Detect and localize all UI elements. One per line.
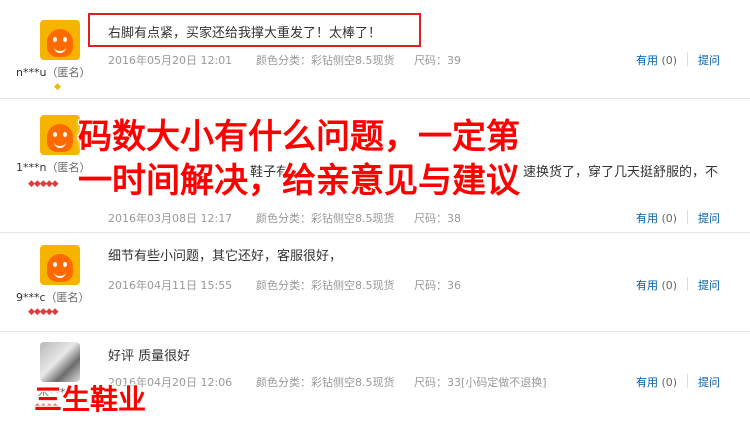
member-level-badge: ◆ bbox=[54, 82, 61, 92]
useful-button[interactable]: 有用 (0) bbox=[636, 374, 677, 390]
divider bbox=[687, 52, 688, 66]
ask-button[interactable]: 提问 bbox=[698, 277, 720, 293]
member-level-badge: ◆◆◆◆◆ bbox=[28, 307, 59, 317]
color-category: 颜色分类：彩钻侧空8.5现货 bbox=[256, 279, 395, 292]
reviewer-name: 9***c（匿名） bbox=[16, 291, 90, 304]
useful-button[interactable]: 有用 (0) bbox=[636, 277, 677, 293]
size-info: 尺码：33[小码定做不退换] bbox=[414, 376, 547, 389]
avatar[interactable] bbox=[40, 245, 80, 285]
avatar[interactable] bbox=[40, 342, 80, 382]
useful-button[interactable]: 有用 (0) bbox=[636, 210, 677, 226]
color-category: 颜色分类：彩钻侧空8.5现货 bbox=[256, 212, 395, 225]
divider bbox=[687, 374, 688, 388]
avatar[interactable] bbox=[40, 20, 80, 60]
review-content-part: 速换货了，穿了几天挺舒服的，不 bbox=[523, 165, 719, 180]
review-content: 细节有些小问题，其它还好，客服很好， bbox=[108, 249, 343, 264]
review-item: 9***c（匿名） ◆◆◆◆◆ 细节有些小问题，其它还好，客服很好， 2016年… bbox=[0, 233, 750, 332]
divider bbox=[687, 210, 688, 224]
review-date: 2016年03月08日 12:17 bbox=[108, 212, 233, 225]
divider bbox=[687, 277, 688, 291]
review-date: 2016年05月20日 12:01 bbox=[108, 54, 233, 67]
useful-button[interactable]: 有用 (0) bbox=[636, 52, 677, 68]
review-content: 右脚有点紧，买家还给我撑大重发了！太棒了！ bbox=[108, 26, 382, 41]
size-info: 尺码：39 bbox=[414, 54, 461, 67]
ask-button[interactable]: 提问 bbox=[698, 374, 720, 390]
avatar[interactable] bbox=[40, 115, 80, 155]
color-category: 颜色分类：彩钻侧空8.5现货 bbox=[256, 376, 395, 389]
size-info: 尺码：36 bbox=[414, 279, 461, 292]
promo-overlay-line2: 一时间解决，给亲意见与建议 bbox=[78, 161, 520, 201]
review-meta: 2016年03月08日 12:17 颜色分类：彩钻侧空8.5现货 尺码：38 bbox=[108, 210, 461, 226]
member-level-badge: ◆◆◆◆◆ bbox=[28, 179, 59, 189]
review-content: 好评 质量很好 bbox=[108, 349, 191, 364]
ask-button[interactable]: 提问 bbox=[698, 210, 720, 226]
review-meta: 2016年04月11日 15:55 颜色分类：彩钻侧空8.5现货 尺码：36 bbox=[108, 277, 461, 293]
shop-watermark: 三生鞋业 bbox=[34, 383, 147, 416]
color-category: 颜色分类：彩钻侧空8.5现货 bbox=[256, 54, 395, 67]
review-date: 2016年04月11日 15:55 bbox=[108, 279, 233, 292]
size-info: 尺码：38 bbox=[414, 212, 461, 225]
review-meta: 2016年04月20日 12:06 颜色分类：彩钻侧空8.5现货 尺码：33[小码定… bbox=[108, 374, 547, 390]
promo-overlay-line1: 码数大小有什么问题，一定第 bbox=[78, 117, 520, 157]
review-item: n***u（匿名） ◆ 右脚有点紧，买家还给我撑大重发了！太棒了！ 2016年0… bbox=[0, 0, 750, 99]
reviewer-name: n***u（匿名） bbox=[16, 66, 91, 79]
ask-button[interactable]: 提问 bbox=[698, 52, 720, 68]
review-meta: 2016年05月20日 12:01 颜色分类：彩钻侧空8.5现货 尺码：39 bbox=[108, 52, 461, 68]
